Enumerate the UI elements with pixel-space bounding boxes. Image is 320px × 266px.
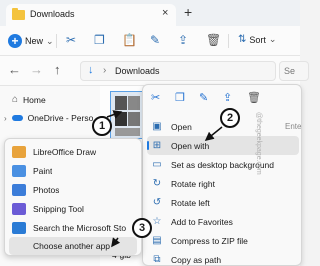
- close-icon[interactable]: ×: [162, 7, 168, 19]
- selected-file-thumbnail[interactable]: [110, 91, 144, 139]
- sort-icon: ⇅: [238, 34, 247, 45]
- menu-item-copy-path[interactable]: ⧉ Copy as path: [147, 250, 299, 266]
- onedrive-icon: [11, 115, 23, 121]
- app-libreoffice-draw[interactable]: LibreOffice Draw: [9, 143, 137, 161]
- sidebar-item-label: Home: [23, 94, 46, 105]
- downloads-icon: ↓: [88, 64, 94, 76]
- sidebar-item-home[interactable]: ⌂ Home: [12, 94, 46, 105]
- new-label: New: [25, 36, 44, 46]
- paint-icon: [12, 165, 26, 177]
- app-label: Choose another app: [33, 241, 111, 251]
- zip-icon: ▤: [152, 235, 162, 246]
- back-icon[interactable]: ←: [8, 62, 21, 77]
- share-icon[interactable]: ⇪: [223, 91, 232, 104]
- open-with-icon: ⊞: [152, 140, 162, 151]
- tab-label: Downloads: [30, 9, 75, 19]
- paste-icon[interactable]: 📋: [122, 33, 137, 47]
- app-label: Paint: [33, 166, 53, 176]
- menu-item-rotate-right[interactable]: ↻ Rotate right: [147, 174, 299, 193]
- home-icon: ⌂: [12, 94, 19, 105]
- app-label: Search the Microsoft Sto: [33, 223, 127, 233]
- snipping-tool-icon: [12, 203, 26, 215]
- thumbnail-image: [128, 96, 140, 110]
- app-label: LibreOffice Draw: [33, 147, 97, 157]
- cut-icon[interactable]: ✂: [151, 91, 160, 104]
- rename-icon[interactable]: ✎: [150, 33, 160, 47]
- app-photos[interactable]: Photos: [9, 181, 137, 199]
- copy-icon[interactable]: ❐: [175, 91, 185, 104]
- menu-item-label: Add to Favorites: [171, 216, 233, 227]
- chevron-down-icon: ⌄: [268, 34, 277, 44]
- app-search-store[interactable]: Search the Microsoft Sto: [9, 219, 137, 237]
- menu-item-label: Rotate right: [171, 178, 215, 189]
- libreoffice-draw-icon: [12, 146, 26, 158]
- rename-icon[interactable]: ✎: [199, 91, 208, 104]
- watermark: @thegeekpage.com: [255, 112, 262, 175]
- menu-item-rotate-left[interactable]: ↺ Rotate left: [147, 193, 299, 212]
- app-label: Photos: [33, 185, 60, 195]
- shortcut-hint: Ente: [285, 122, 302, 131]
- menu-item-label: Open with: [171, 140, 210, 151]
- sidebar-item-label: OneDrive - Perso: [27, 113, 94, 123]
- plus-icon: +: [8, 34, 22, 48]
- cut-icon[interactable]: ✂: [66, 33, 76, 47]
- menu-item-label: Compress to ZIP file: [171, 235, 248, 246]
- chevron-down-icon: ⌄: [46, 35, 54, 46]
- menu-item-label: Open: [171, 121, 192, 132]
- desktop-icon: ▭: [152, 159, 162, 170]
- tab-downloads[interactable]: Downloads ×: [6, 4, 176, 26]
- chevron-right-icon: ›: [103, 65, 107, 76]
- forward-icon[interactable]: →: [30, 62, 43, 77]
- search-input[interactable]: Se: [279, 61, 309, 81]
- app-label: Snipping Tool: [33, 204, 84, 214]
- context-quick-actions: ✂ ❐ ✎ ⇪ 🗑: [143, 85, 303, 111]
- app-paint[interactable]: Paint: [9, 162, 137, 180]
- menu-item-set-desktop-background[interactable]: ▭ Set as desktop background: [147, 155, 299, 174]
- folder-icon: [12, 8, 25, 20]
- command-bar: + New ⌄ ✂ ❐ 📋 ✎ ⇪ 🗑 ⇅ Sort ⌄: [0, 26, 300, 56]
- menu-item-label: Rotate left: [171, 197, 210, 208]
- up-icon[interactable]: ↑: [54, 62, 61, 77]
- address-bar-row: ← → ↑ ↓ › Downloads Se: [0, 56, 309, 86]
- address-input[interactable]: ↓ › Downloads: [80, 61, 276, 81]
- callout-1: 1: [92, 116, 112, 136]
- rotate-right-icon: ↻: [152, 178, 162, 189]
- choose-another-app[interactable]: Choose another app: [9, 237, 137, 255]
- app-snipping-tool[interactable]: Snipping Tool: [9, 200, 137, 218]
- thumbnail-image: [115, 128, 140, 136]
- sidebar-item-onedrive[interactable]: › OneDrive - Perso: [4, 113, 93, 123]
- sort-button[interactable]: ⇅ Sort ⌄: [238, 34, 276, 45]
- callout-2: 2: [220, 108, 240, 128]
- menu-item-label: Copy as path: [171, 254, 222, 265]
- thumbnail-image: [115, 112, 127, 126]
- divider: [228, 34, 229, 48]
- image-icon: ▣: [152, 121, 162, 132]
- thumbnail-image: [115, 96, 127, 110]
- rotate-left-icon: ↺: [152, 197, 162, 208]
- sort-label: Sort: [249, 34, 266, 45]
- new-button[interactable]: + New ⌄: [8, 33, 54, 49]
- new-tab-button[interactable]: +: [184, 4, 192, 20]
- blank-icon: [12, 240, 26, 252]
- copy-icon[interactable]: ❐: [94, 33, 105, 47]
- chevron-right-icon[interactable]: ›: [4, 114, 7, 123]
- delete-icon[interactable]: 🗑: [206, 33, 221, 47]
- menu-item-open-with[interactable]: ⊞ Open with: [147, 136, 299, 155]
- divider: [56, 34, 57, 48]
- callout-3: 3: [132, 218, 152, 238]
- breadcrumb[interactable]: Downloads: [115, 66, 160, 76]
- path-icon: ⧉: [153, 254, 161, 265]
- store-icon: [12, 222, 26, 234]
- share-icon[interactable]: ⇪: [178, 33, 188, 47]
- menu-item-add-favorites[interactable]: ☆ Add to Favorites: [147, 212, 299, 231]
- delete-icon[interactable]: 🗑: [247, 91, 261, 104]
- thumbnail-image: [128, 112, 140, 126]
- menu-item-compress-zip[interactable]: ▤ Compress to ZIP file: [147, 231, 299, 250]
- photos-icon: [12, 184, 26, 196]
- open-with-submenu: LibreOffice Draw Paint Photos Snipping T…: [4, 138, 142, 256]
- title-bar: Downloads × +: [0, 0, 300, 26]
